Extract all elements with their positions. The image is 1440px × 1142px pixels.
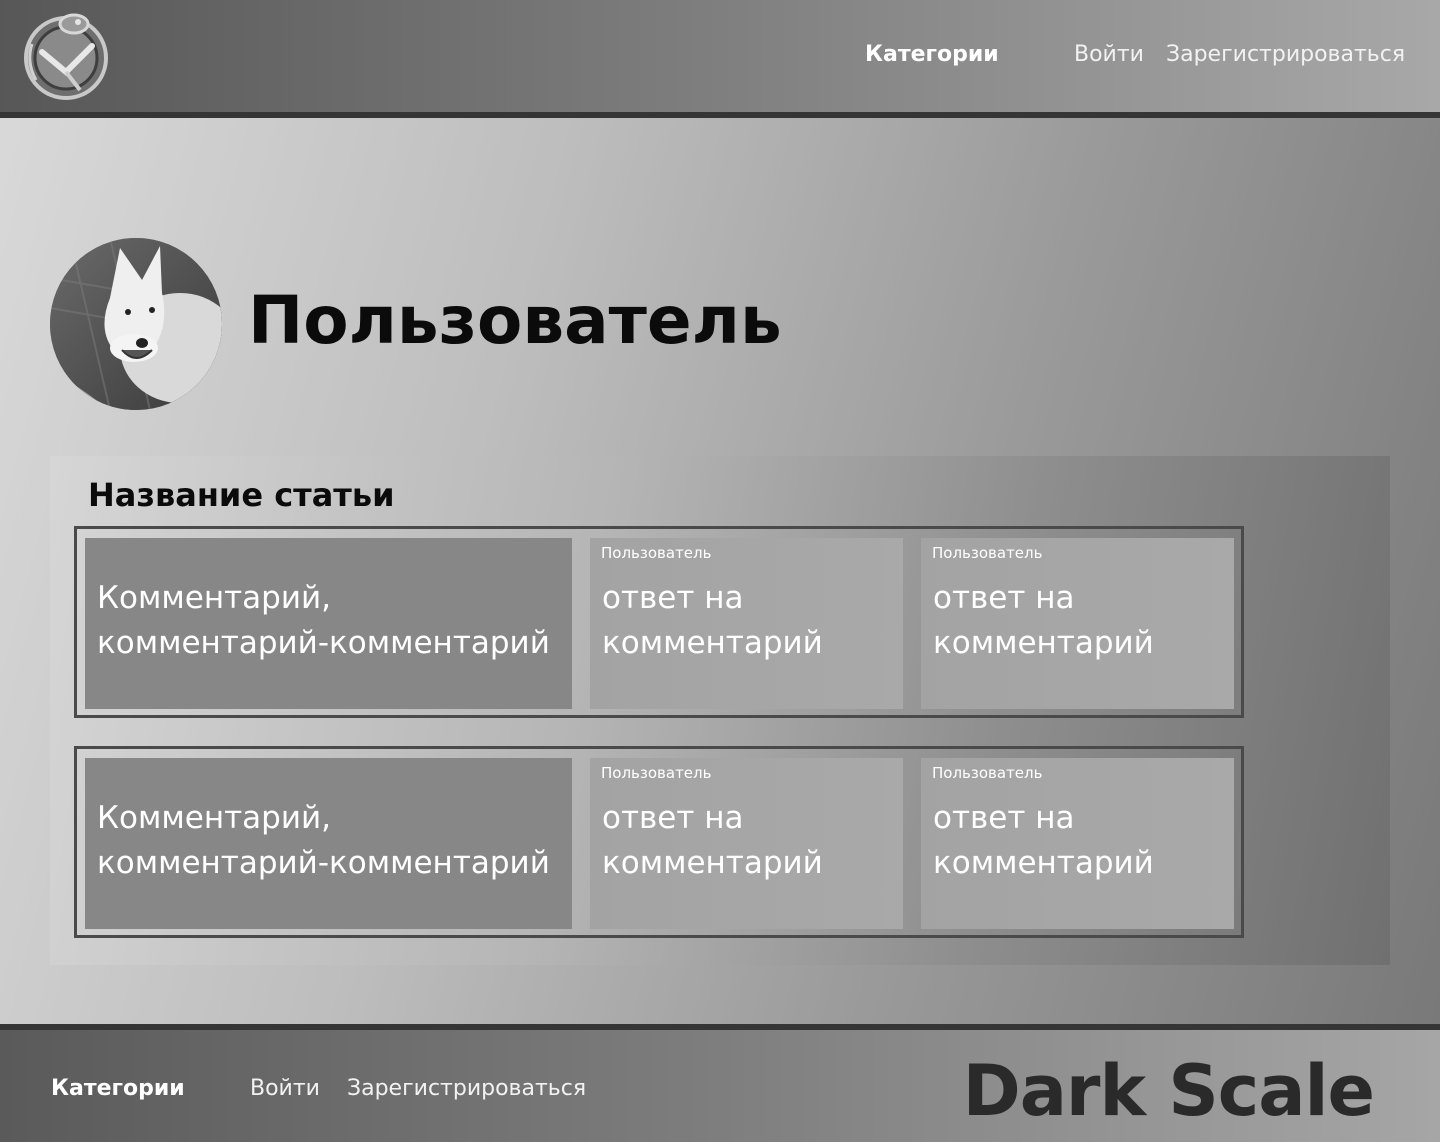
comment-text: Комментарий, комментарий-комментарий: [97, 800, 550, 881]
reply-text: ответ на комментарий: [933, 580, 1154, 661]
article-title[interactable]: Название статьи: [88, 476, 395, 514]
comment-card[interactable]: Комментарий, комментарий-комментарий: [85, 758, 572, 929]
site-logo-icon[interactable]: [22, 10, 110, 102]
footer-brand: Dark Scale: [962, 1050, 1375, 1132]
comment-card[interactable]: Комментарий, комментарий-комментарий: [85, 538, 572, 709]
site-footer: Категории Войти Зарегистрироваться Dark …: [0, 1024, 1440, 1142]
reply-text: ответ на комментарий: [602, 800, 823, 881]
reply-card[interactable]: Пользователь ответ на комментарий: [590, 538, 903, 709]
article-panel: Название статьи Комментарий, комментарий…: [50, 456, 1390, 965]
footer-login-link[interactable]: Войти: [250, 1076, 320, 1101]
nav-login-link[interactable]: Войти: [1074, 42, 1144, 67]
reply-card[interactable]: Пользователь ответ на комментарий: [921, 538, 1234, 709]
reply-text: ответ на комментарий: [602, 580, 823, 661]
reply-card[interactable]: Пользователь ответ на комментарий: [921, 758, 1234, 929]
reply-author[interactable]: Пользователь: [932, 764, 1042, 782]
footer-register-link[interactable]: Зарегистрироваться: [347, 1076, 586, 1101]
comment-thread: Комментарий, комментарий-комментарий Пол…: [74, 746, 1244, 938]
user-avatar: [50, 238, 222, 410]
comment-thread: Комментарий, комментарий-комментарий Пол…: [74, 526, 1244, 718]
footer-categories-link[interactable]: Категории: [51, 1076, 185, 1101]
reply-card[interactable]: Пользователь ответ на комментарий: [590, 758, 903, 929]
reply-author[interactable]: Пользователь: [601, 544, 711, 562]
reply-author[interactable]: Пользователь: [601, 764, 711, 782]
reply-text: ответ на комментарий: [933, 800, 1154, 881]
profile-username: Пользователь: [248, 282, 782, 359]
nav-register-link[interactable]: Зарегистрироваться: [1166, 42, 1405, 67]
site-header: Категории Войти Зарегистрироваться: [0, 0, 1440, 118]
reply-author[interactable]: Пользователь: [932, 544, 1042, 562]
nav-categories-link[interactable]: Категории: [865, 42, 999, 67]
comment-text: Комментарий, комментарий-комментарий: [97, 580, 550, 661]
